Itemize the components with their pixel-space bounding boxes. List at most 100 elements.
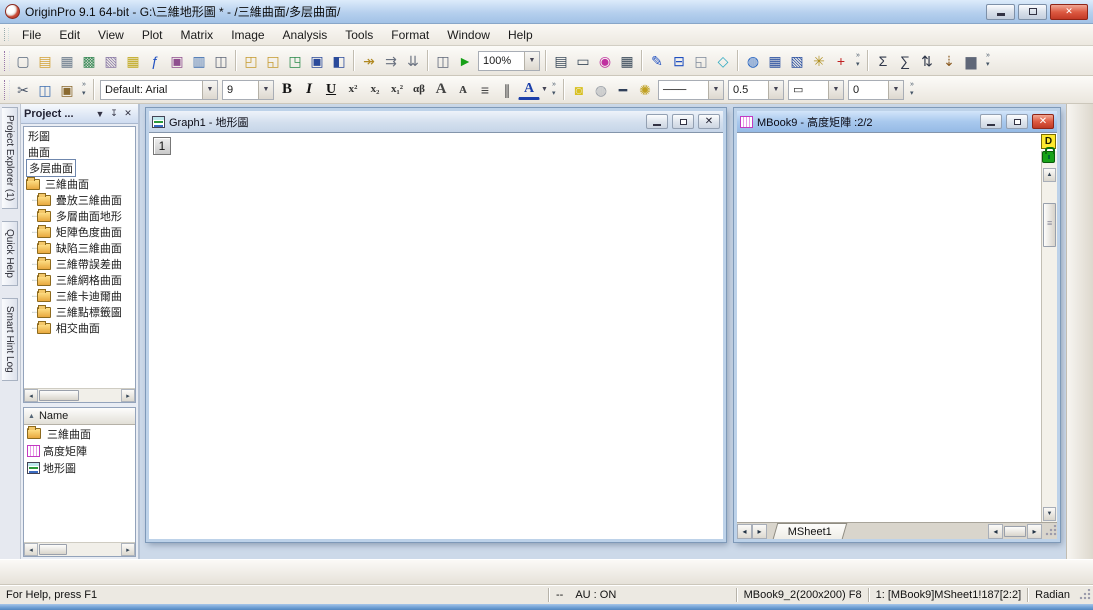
italic-icon[interactable]: I (298, 79, 320, 101)
window-resize-grip[interactable] (1078, 589, 1091, 602)
subscript-icon[interactable]: x₂ (364, 79, 386, 101)
tree-folder[interactable]: ┈三維帶誤差曲 (24, 256, 135, 272)
options-gear-icon[interactable]: ✳ (808, 50, 830, 72)
font-select[interactable]: Default: Arial▼ (100, 80, 218, 100)
new-matrix-book-icon[interactable]: ▦ (122, 50, 144, 72)
side-tab-2[interactable]: Quick Help (2, 221, 18, 286)
terrain-3d-plot[interactable] (149, 133, 723, 540)
menu-format[interactable]: Format (383, 26, 437, 44)
refresh-view-icon[interactable]: ◍ (742, 50, 764, 72)
column-plot-mini-icon[interactable]: ▆ (960, 50, 982, 72)
toolbar-grip[interactable] (4, 51, 10, 71)
edit-mode-icon[interactable]: ✎ (646, 50, 668, 72)
content-item-graph[interactable]: 地形圖 (24, 459, 135, 476)
image-capture-icon[interactable]: ◉ (594, 50, 616, 72)
layer-1-button[interactable]: 1 (153, 137, 171, 155)
tree-folder[interactable]: ┈三維點標籤圖 (24, 304, 135, 320)
add-new-column-icon[interactable]: + (830, 50, 852, 72)
font-color-icon[interactable]: A (518, 80, 540, 100)
scroll-thumb[interactable] (39, 544, 67, 555)
import-ascii-icon[interactable]: ⇉ (380, 50, 402, 72)
new-analysis-icon[interactable]: ◫ (210, 50, 232, 72)
menu-analysis[interactable]: Analysis (275, 26, 336, 44)
matrix-sheet[interactable]: D ▲ ▼ (737, 133, 1057, 522)
vertical-text-icon[interactable]: ∥ (496, 79, 518, 101)
scroll-right-icon[interactable]: ▸ (121, 389, 135, 402)
duplicate-window-icon[interactable]: ◫ (432, 50, 454, 72)
new-graph-icon[interactable]: ▧ (100, 50, 122, 72)
font-increase-icon[interactable]: A (430, 79, 452, 101)
matrix-window[interactable]: MBook9 - 高度矩陣 :2/2 ✕ D ▲ ▼ (734, 108, 1060, 542)
video-export-icon[interactable]: ▦ (616, 50, 638, 72)
line-width-select[interactable]: 0.5▼ (728, 80, 784, 100)
new-worksheet-icon[interactable]: ▦ (56, 50, 78, 72)
tree-folder[interactable]: ┈缺陷三維曲面 (24, 240, 135, 256)
tree-folder[interactable]: ┈三維網格曲面 (24, 272, 135, 288)
name-column-header[interactable]: ▲ Name (24, 408, 135, 425)
new-project-icon[interactable]: ▢ (12, 50, 34, 72)
line-style-select[interactable]: ───▼ (658, 80, 724, 100)
copy-icon[interactable]: ◫ (34, 79, 56, 101)
matrix-window-titlebar[interactable]: MBook9 - 高度矩陣 :2/2 ✕ (737, 111, 1057, 132)
sort-icon[interactable]: ⇅ (916, 50, 938, 72)
content-item-folder[interactable]: 三維曲面 (24, 425, 135, 442)
save-template-icon[interactable]: ◧ (328, 50, 350, 72)
graph-window-titlebar[interactable]: Graph1 - 地形圖 ✕ (149, 111, 723, 132)
slide-show-icon[interactable]: ▭ (572, 50, 594, 72)
matrix-minimize-button[interactable] (980, 114, 1002, 129)
matrix-vertical-scrollbar[interactable]: ▲ ▼ (1041, 151, 1057, 522)
menu-plot[interactable]: Plot (134, 26, 171, 44)
resize-grip[interactable] (1044, 525, 1057, 538)
tree-item-clipped[interactable]: 形圖 (24, 128, 135, 144)
new-folder-icon[interactable]: ▤ (34, 50, 56, 72)
project-hierarchy-icon[interactable]: ◇ (712, 50, 734, 72)
dropdown-arrow-icon[interactable]: ▼ (202, 81, 217, 99)
open-icon[interactable]: ◰ (240, 50, 262, 72)
menu-image[interactable]: Image (223, 26, 272, 44)
scroll-right-icon[interactable]: ▸ (121, 543, 135, 556)
pattern-width-select[interactable]: 0▼ (848, 80, 904, 100)
panel-close-icon[interactable]: ✕ (121, 107, 135, 121)
toolbar-overflow-icon[interactable]: »▾ (982, 50, 994, 72)
statistics-column-icon[interactable]: ∑ (894, 50, 916, 72)
tree-horizontal-scrollbar[interactable]: ◂ ▸ (24, 388, 135, 402)
matrix-restore-button[interactable] (1006, 114, 1028, 129)
align-icon[interactable]: ≡ (474, 79, 496, 101)
print-icon[interactable]: ▤ (550, 50, 572, 72)
tree-folder[interactable]: ┈矩陣色度曲面 (24, 224, 135, 240)
tree-folder[interactable]: ┈相交曲面 (24, 320, 135, 336)
bold-icon[interactable]: B (276, 79, 298, 101)
scroll-down-icon[interactable]: ▼ (1043, 507, 1056, 521)
font-decrease-icon[interactable]: ᴀ (452, 79, 474, 101)
list-horizontal-scrollbar[interactable]: ◂ ▸ (24, 542, 135, 556)
scroll-left-icon[interactable]: ◂ (24, 543, 38, 556)
tree-folder[interactable]: ┈三維卡迪爾曲 (24, 288, 135, 304)
content-item-matrix[interactable]: 高度矩陣 (24, 442, 135, 459)
panel-pin-icon[interactable]: ↧ (107, 107, 121, 121)
toolbar-overflow-icon[interactable]: »▾ (548, 79, 560, 101)
tree-item-clipped[interactable]: 曲面 (24, 144, 135, 160)
side-tab-1[interactable]: Project Explorer (1) (2, 107, 18, 209)
toolbar-overflow-icon[interactable]: »▾ (78, 79, 90, 101)
graph-close-button[interactable]: ✕ (698, 114, 720, 129)
graph-window[interactable]: Graph1 - 地形圖 ✕ 1 (146, 108, 726, 542)
new-matrix-icon[interactable]: ▩ (78, 50, 100, 72)
greek-icon[interactable]: αβ (408, 79, 430, 101)
worksheet-view-icon[interactable]: ▦ (764, 50, 786, 72)
scroll-left-icon[interactable]: ◂ (24, 389, 38, 402)
new-notes-icon[interactable]: ▥ (188, 50, 210, 72)
import-wizard-icon[interactable]: ↠ (358, 50, 380, 72)
font-size-select[interactable]: 9▼ (222, 80, 274, 100)
menu-matrix[interactable]: Matrix (173, 26, 222, 44)
run-script-icon[interactable]: ► (454, 50, 476, 72)
hscroll-left-icon[interactable]: ◂ (988, 524, 1003, 539)
fill-color-icon[interactable]: ◙ (568, 79, 590, 101)
tree-folder-root[interactable]: 三維曲面 (24, 176, 135, 192)
cascade-windows-icon[interactable]: ◱ (690, 50, 712, 72)
maximize-button[interactable] (1018, 4, 1047, 20)
dropdown-arrow-icon[interactable]: ▼ (768, 81, 783, 99)
graph-minimize-button[interactable] (646, 114, 668, 129)
tree-folder[interactable]: ┈多層曲面地形 (24, 208, 135, 224)
toolbar-overflow-icon[interactable]: »▾ (852, 50, 864, 72)
menu-file[interactable]: File (14, 26, 49, 44)
